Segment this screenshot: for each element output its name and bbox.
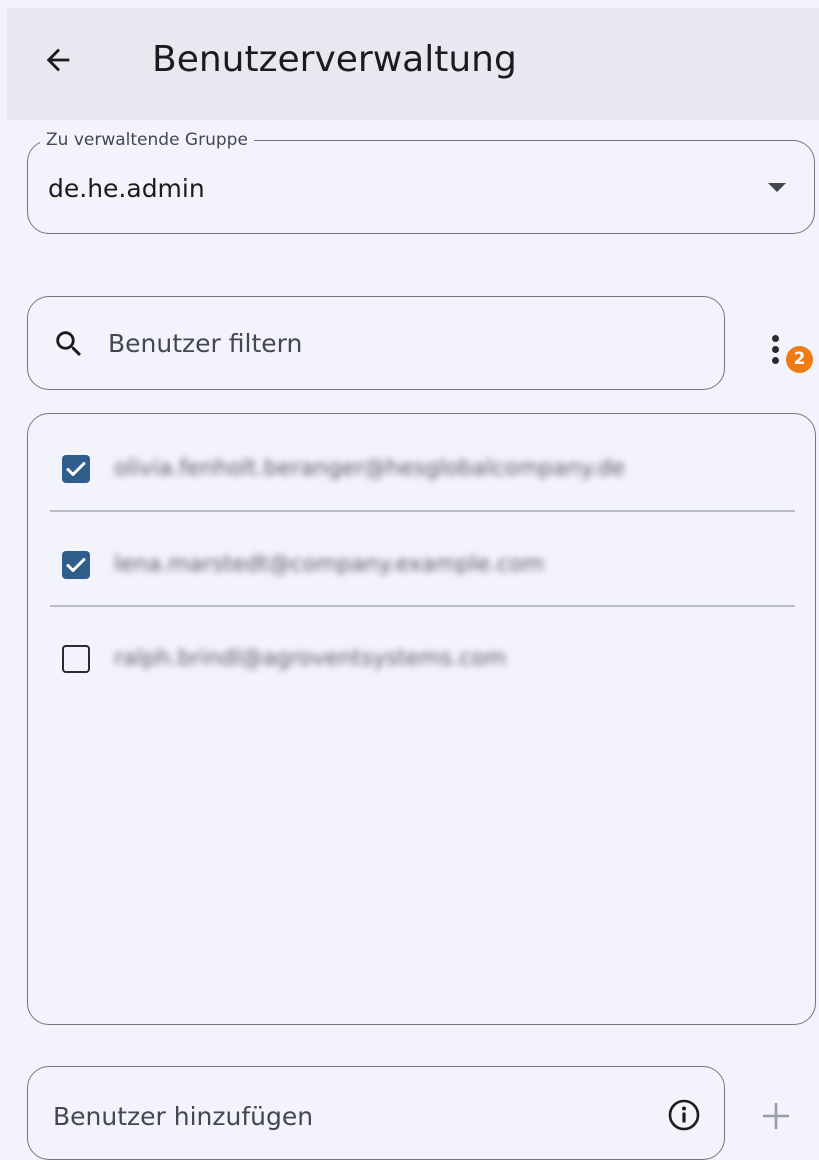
back-button[interactable] (38, 40, 78, 80)
add-user-input[interactable]: Benutzer hinzufügen (27, 1066, 725, 1160)
add-icon (762, 1102, 790, 1130)
search-icon (56, 331, 82, 357)
check-icon (66, 462, 86, 476)
arrow-back-icon (46, 48, 70, 72)
info-icon[interactable] (666, 1097, 702, 1133)
app-root: Benutzerverwaltung Zu verwaltende Gruppe… (0, 0, 819, 1160)
user-list-item[interactable]: lena.marstedt@company.example.com (28, 516, 815, 610)
user-list-item[interactable]: ralph.brindl@agroventsystems.com (28, 610, 815, 704)
more-vert-icon-dot (772, 346, 779, 353)
user-email: lena.marstedt@company.example.com (114, 552, 545, 577)
row-divider (50, 510, 795, 512)
user-checkbox-checked[interactable] (62, 455, 90, 483)
user-checkbox-checked[interactable] (62, 551, 90, 579)
group-select-value: de.he.admin (48, 174, 205, 203)
arrow-drop-down-icon (768, 183, 786, 192)
filter-options-button[interactable]: 2 (760, 326, 813, 382)
page-title: Benutzerverwaltung (152, 39, 517, 80)
top-app-bar: Benutzerverwaltung (7, 8, 819, 120)
add-user-button[interactable] (756, 1096, 796, 1136)
more-vert-icon-dot (772, 357, 779, 364)
user-checkbox-unchecked[interactable] (62, 645, 90, 673)
group-select[interactable]: Zu verwaltende Gruppe de.he.admin (27, 129, 815, 234)
user-filter-placeholder: Benutzer filtern (108, 329, 303, 358)
more-vert-icon (772, 335, 779, 342)
user-list-item[interactable]: olivia.fenholt.beranger@hesglobalcompany… (28, 420, 815, 514)
user-filter-input[interactable]: Benutzer filtern (27, 296, 725, 390)
row-divider (50, 605, 795, 607)
add-user-placeholder: Benutzer hinzufügen (53, 1102, 314, 1131)
group-select-label: Zu verwaltende Gruppe (40, 129, 254, 151)
filter-count-badge: 2 (786, 346, 813, 373)
user-email: ralph.brindl@agroventsystems.com (114, 646, 507, 671)
user-email: olivia.fenholt.beranger@hesglobalcompany… (114, 456, 625, 481)
check-icon (66, 558, 86, 572)
user-list: olivia.fenholt.beranger@hesglobalcompany… (27, 413, 816, 1025)
